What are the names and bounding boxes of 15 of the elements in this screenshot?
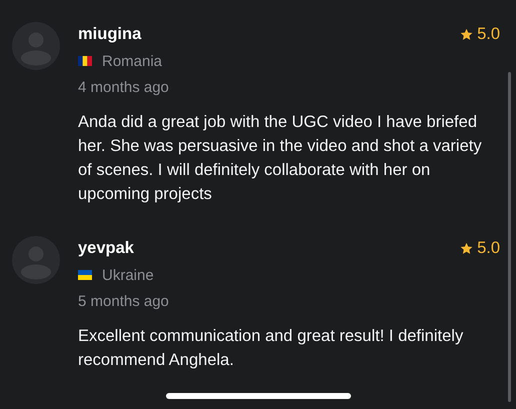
reviewer-name: miugina	[78, 24, 142, 44]
star-icon	[460, 28, 474, 40]
country-name: Romania	[102, 52, 162, 70]
review-text: Excellent communication and great result! I definitely recommend Anghela.	[78, 326, 464, 371]
star-icon	[460, 242, 474, 254]
avatar-icon	[12, 236, 60, 284]
review-time: 4 months ago	[78, 78, 170, 98]
rating-value: 5.0	[477, 24, 500, 44]
avatar-icon	[12, 22, 60, 70]
review-text: Anda did a great job with the UGC video I have briefed her. She was persuasive in the video and shot a variety of scenes. I will definitely collaborate with her on upcoming projects	[78, 112, 483, 205]
review-time: 5 months ago	[78, 292, 170, 312]
country-name: Ukraine	[102, 266, 154, 284]
home-indicator[interactable]	[166, 393, 351, 399]
reviewer-name: yevpak	[78, 238, 134, 258]
rating-value: 5.0	[477, 238, 500, 258]
